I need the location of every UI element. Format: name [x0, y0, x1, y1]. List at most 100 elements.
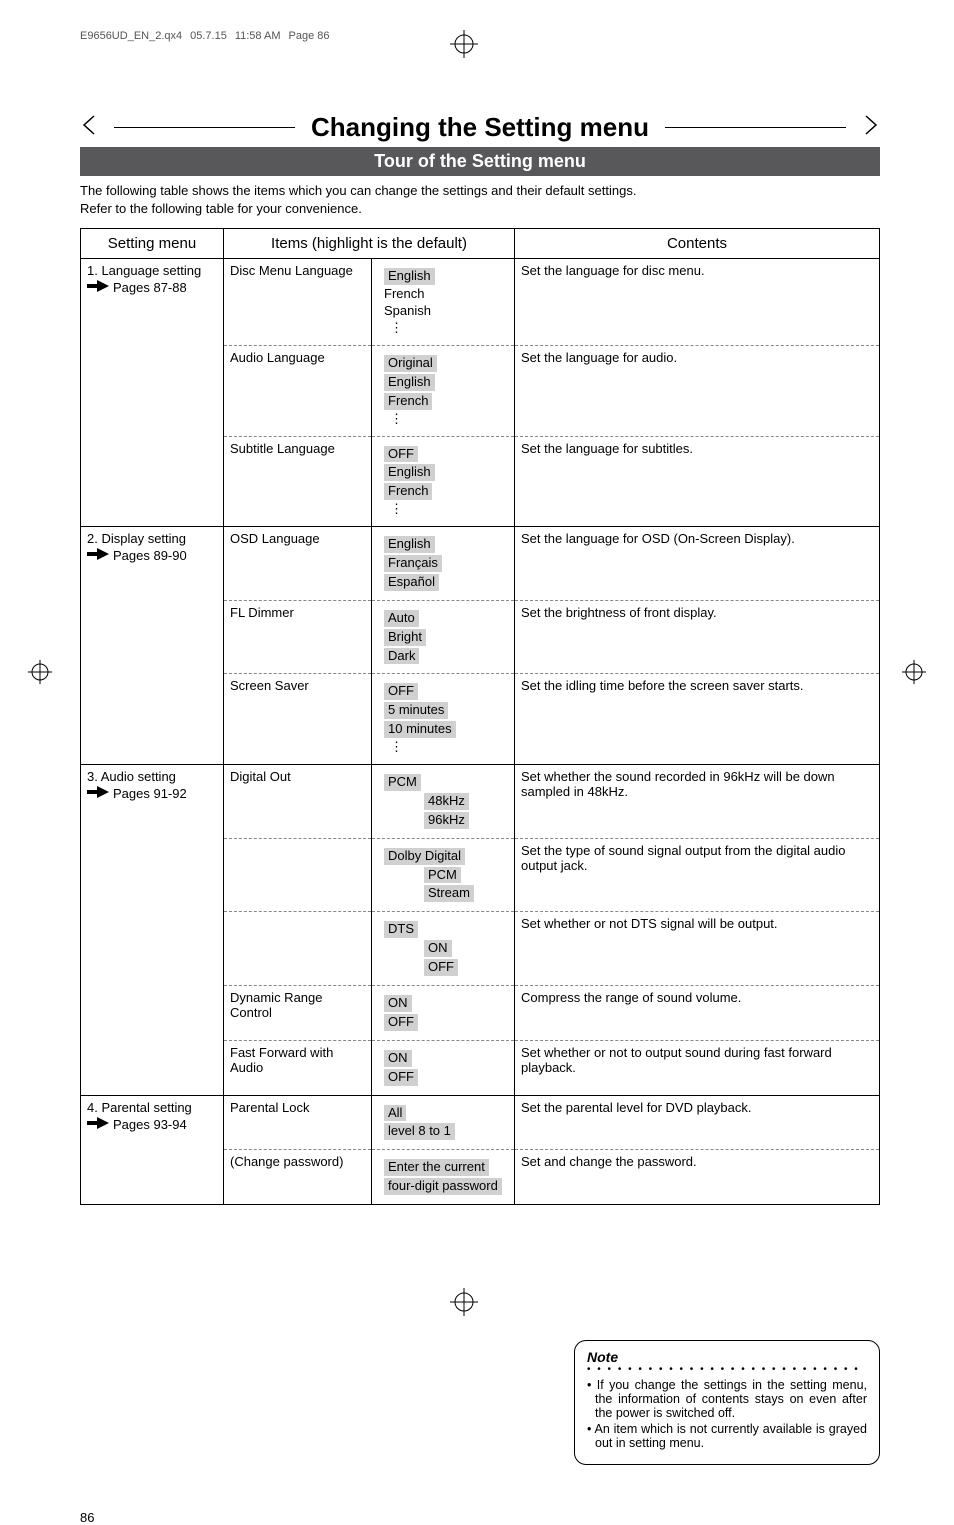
- setting-menu-cell: 2. Display setting Pages 89-90: [81, 527, 224, 765]
- table-row: 4. Parental setting Pages 93-94 Parental L…: [81, 1095, 880, 1150]
- values-cell: ON OFF: [372, 985, 515, 1040]
- value-option: English: [384, 268, 435, 285]
- pages-text: Pages 93-94: [113, 1117, 187, 1132]
- vertical-ellipsis-icon: ⋮: [384, 501, 502, 518]
- header-page: Page 86: [289, 30, 330, 42]
- value-option: ON: [424, 940, 452, 957]
- value-option: ON: [384, 1050, 412, 1067]
- pages-link: Pages 89-90: [87, 548, 217, 563]
- th-setting-menu: Setting menu: [81, 229, 224, 259]
- pages-text: Pages 89-90: [113, 548, 187, 563]
- section-title: 1. Language setting: [87, 263, 217, 278]
- title-row: Changing the Setting menu: [80, 112, 880, 143]
- content-cell: Set whether or not to output sound durin…: [515, 1040, 880, 1095]
- item-cell: Dynamic Range Control: [224, 985, 372, 1040]
- th-items: Items (highlight is the default): [224, 229, 515, 259]
- table-row: 1. Language setting Pages 87-88 Disc Menu …: [81, 259, 880, 346]
- arrow-right-icon: [87, 1117, 109, 1132]
- intro-line-2: Refer to the following table for your co…: [80, 200, 880, 218]
- arrow-right-icon: [87, 548, 109, 563]
- crop-mark-left: [28, 660, 52, 689]
- vertical-ellipsis-icon: ⋮: [384, 411, 502, 428]
- content-cell: Set whether or not DTS signal will be ou…: [515, 912, 880, 986]
- value-option: level 8 to 1: [384, 1123, 455, 1140]
- value-option: Français: [384, 555, 442, 572]
- value-option: Dolby Digital: [384, 848, 465, 865]
- content-cell: Set the language for subtitles.: [515, 436, 880, 527]
- content-cell: Set the language for OSD (On-Screen Disp…: [515, 527, 880, 601]
- note-box: Note • • • • • • • • • • • • • • • • • •…: [574, 1340, 880, 1465]
- value-option: English: [384, 464, 435, 481]
- values-cell: EnglishFrenchSpanish⋮: [372, 259, 515, 346]
- value-option: OFF: [384, 1014, 418, 1031]
- table-row: 2. Display settingPages 89-90OSD Languag…: [81, 527, 880, 601]
- item-cell: [224, 838, 372, 912]
- registration-mark-bottom: [450, 1288, 478, 1321]
- pages-link: Pages 87-88: [87, 280, 217, 295]
- item-cell: Audio Language: [224, 345, 372, 436]
- item-cell: Subtitle Language: [224, 436, 372, 527]
- value-option: ON: [384, 995, 412, 1012]
- section-title: 4. Parental setting: [87, 1100, 217, 1115]
- setting-menu-cell: 3. Audio settingPages 91-92: [81, 764, 224, 1095]
- intro-text: The following table shows the items whic…: [80, 182, 880, 218]
- value-option: 96kHz: [424, 812, 469, 829]
- content-cell: Set and change the password.: [515, 1150, 880, 1205]
- values-cell: OFF5 minutes10 minutes⋮: [372, 674, 515, 765]
- value-option: French: [384, 286, 502, 303]
- item-cell: Disc Menu Language: [224, 259, 372, 346]
- values-cell: PCM48kHz96kHz: [372, 764, 515, 838]
- item-cell: [224, 912, 372, 986]
- content-cell: Set whether the sound recorded in 96kHz …: [515, 764, 880, 838]
- item-cell: FL Dimmer: [224, 600, 372, 674]
- file-header: E9656UD_EN_2.qx4 05.7.15 11:58 AM Page 8…: [80, 30, 880, 42]
- item-cell: (Change password): [224, 1150, 372, 1205]
- pages-link: Pages 93-94: [87, 1117, 217, 1132]
- value-option: English: [384, 536, 435, 553]
- values-cell: OFFEnglishFrench⋮: [372, 436, 515, 527]
- value-option: OFF: [384, 1069, 418, 1086]
- value-option: OFF: [424, 959, 458, 976]
- value-option: four-digit password: [384, 1178, 502, 1195]
- vertical-ellipsis-icon: ⋮: [384, 320, 502, 337]
- value-option: Bright: [384, 629, 426, 646]
- content-cell: Set the type of sound signal output from…: [515, 838, 880, 912]
- section-title: 3. Audio setting: [87, 769, 217, 784]
- values-cell: DTS ON OFF: [372, 912, 515, 986]
- value-option: 10 minutes: [384, 721, 456, 738]
- value-option: Enter the current: [384, 1159, 489, 1176]
- values-cell: ON OFF: [372, 1040, 515, 1095]
- value-option: OFF: [384, 446, 418, 463]
- value-option: Español: [384, 574, 439, 591]
- section-title: 2. Display setting: [87, 531, 217, 546]
- content-cell: Compress the range of sound volume.: [515, 985, 880, 1040]
- arrow-right-icon: [87, 280, 109, 295]
- value-option: DTS: [384, 921, 418, 938]
- value-option: Dark: [384, 648, 419, 665]
- item-cell: Screen Saver: [224, 674, 372, 765]
- value-option: All: [384, 1105, 406, 1122]
- setting-menu-cell: 4. Parental setting Pages 93-94: [81, 1095, 224, 1205]
- content-cell: Set the language for audio.: [515, 345, 880, 436]
- page-number: 86: [80, 1510, 94, 1525]
- value-option: PCM: [424, 867, 461, 884]
- setting-menu-cell: 1. Language setting Pages 87-88: [81, 259, 224, 527]
- settings-table: Setting menu Items (highlight is the def…: [80, 228, 880, 1205]
- intro-line-1: The following table shows the items whic…: [80, 182, 880, 200]
- crop-mark-right: [902, 660, 926, 689]
- values-cell: OriginalEnglishFrench⋮: [372, 345, 515, 436]
- item-cell: Fast Forward with Audio: [224, 1040, 372, 1095]
- value-option: Stream: [424, 885, 474, 902]
- chevron-left-icon: [80, 114, 102, 142]
- values-cell: Alllevel 8 to 1: [372, 1095, 515, 1150]
- value-option: PCM: [384, 774, 421, 791]
- item-cell: Digital Out: [224, 764, 372, 838]
- content-cell: Set the brightness of front display.: [515, 600, 880, 674]
- values-cell: English Français Español: [372, 527, 515, 601]
- content-cell: Set the idling time before the screen sa…: [515, 674, 880, 765]
- value-option: 5 minutes: [384, 702, 448, 719]
- content-cell: Set the language for disc menu.: [515, 259, 880, 346]
- item-cell: Parental Lock: [224, 1095, 372, 1150]
- note-item: • If you change the settings in the sett…: [587, 1378, 867, 1420]
- pages-text: Pages 87-88: [113, 280, 187, 295]
